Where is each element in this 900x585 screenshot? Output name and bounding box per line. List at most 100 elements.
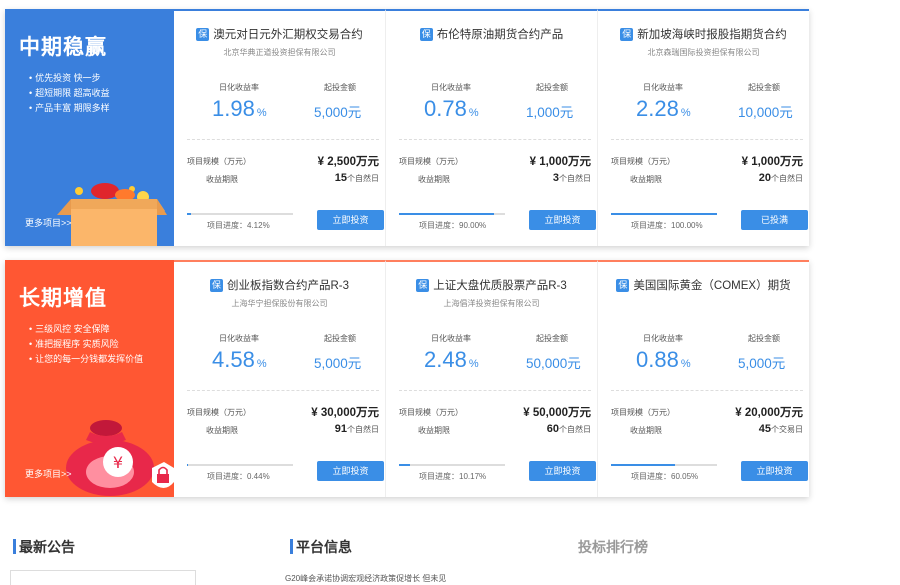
- guarantee-badge-icon: 保: [620, 28, 633, 41]
- more-projects-link[interactable]: 更多项目>>: [25, 467, 72, 480]
- gift-box-illustration: [57, 171, 167, 246]
- product-title[interactable]: 保新加坡海峡时报股指期货合约: [598, 26, 809, 42]
- project-scale: ¥ 50,000万元: [523, 404, 591, 420]
- banner-title: 长期增值: [19, 282, 107, 312]
- progress-fill: [399, 464, 410, 466]
- product-card: 保创业板指数合约产品R-3 上海华宁担保股份有限公司 日化收益率 起投金额 4.…: [174, 260, 386, 497]
- term-number: 15: [335, 172, 347, 184]
- svg-text:¥: ¥: [113, 453, 123, 472]
- daily-rate: 2.48%: [424, 347, 479, 373]
- term-label: 收益期限: [418, 174, 450, 185]
- progress-text: 项目进度：90.00%: [419, 220, 486, 231]
- rate-value: 0.88: [636, 347, 679, 372]
- invest-button[interactable]: 立即投资: [529, 210, 596, 230]
- scale-label: 项目规模（万元）: [187, 156, 251, 167]
- guarantee-badge-icon: 保: [416, 279, 429, 292]
- product-card: 保上证大盘优质股票产品R-3 上海倡洋投资担保有限公司 日化收益率 起投金额 2…: [386, 260, 598, 497]
- long-term-banner: 长期增值 三级风控 安全保障 准把握程序 实质风险 让您的每一分钱都发挥价值 ¥…: [5, 260, 174, 497]
- guarantee-badge-icon: 保: [196, 28, 209, 41]
- term-number: 20: [759, 172, 771, 184]
- banner-point: 产品丰富 期限多样: [29, 101, 110, 116]
- invest-button[interactable]: 立即投资: [741, 461, 808, 481]
- more-projects-link[interactable]: 更多项目>>: [25, 216, 72, 229]
- announcements-label: 最新公告: [19, 539, 75, 555]
- min-invest-label: 起投金额: [324, 82, 356, 93]
- term-number: 60: [547, 423, 559, 435]
- product-card: 保美国国际黄金（COMEX）期货 日化收益率 起投金额 0.88% 5,000元…: [598, 260, 809, 497]
- mid-term-banner: 中期稳赢 优先投资 快一步 超短期限 超高收益 产品丰富 期限多样 更多项目>>: [5, 9, 174, 246]
- term-label: 收益期限: [630, 425, 662, 436]
- product-card: 保澳元对日元外汇期权交易合约 北京华典正道投资担保有限公司 日化收益率 起投金额…: [174, 9, 386, 246]
- invest-button[interactable]: 立即投资: [317, 210, 384, 230]
- scale-label: 项目规模（万元）: [611, 407, 675, 418]
- scale-label: 项目规模（万元）: [399, 407, 463, 418]
- product-title-text: 上证大盘优质股票产品R-3: [433, 280, 567, 292]
- rate-unit: %: [257, 358, 267, 370]
- rate-unit: %: [469, 107, 479, 119]
- min-invest-amount: 5,000元: [314, 101, 361, 121]
- product-title[interactable]: 保澳元对日元外汇期权交易合约: [174, 26, 385, 42]
- rate-unit: %: [681, 358, 691, 370]
- rate-value: 4.58: [212, 347, 255, 372]
- announcements-box: [10, 570, 196, 585]
- min-invest-label: 起投金额: [536, 333, 568, 344]
- heading-accent-bar: [13, 539, 16, 554]
- product-title[interactable]: 保美国国际黄金（COMEX）期货: [598, 277, 809, 293]
- term-unit: 个自然日: [347, 174, 379, 183]
- banner-point: 三级风控 安全保障: [29, 322, 143, 337]
- min-invest-amount: 50,000元: [526, 352, 581, 372]
- fully-invested-button[interactable]: 已投满: [741, 210, 808, 230]
- platform-info-label: 平台信息: [296, 539, 352, 555]
- min-invest-label: 起投金额: [748, 82, 780, 93]
- product-title-text: 布伦特原油期货合约产品: [437, 29, 564, 41]
- product-card: 保新加坡海峡时报股指期货合约 北京森瑞国际投资担保有限公司 日化收益率 起投金额…: [598, 9, 809, 246]
- project-scale: ¥ 2,500万元: [318, 153, 379, 169]
- rate-unit: %: [469, 358, 479, 370]
- product-title[interactable]: 保布伦特原油期货合约产品: [386, 26, 597, 42]
- mid-term-section: 中期稳赢 优先投资 快一步 超短期限 超高收益 产品丰富 期限多样 更多项目>>…: [5, 9, 809, 246]
- product-title[interactable]: 保创业板指数合约产品R-3: [174, 277, 385, 293]
- product-title-text: 澳元对日元外汇期权交易合约: [213, 29, 363, 41]
- rate-unit: %: [257, 107, 267, 119]
- platform-info-heading[interactable]: 平台信息: [290, 537, 352, 557]
- rate-value: 2.28: [636, 96, 679, 121]
- progress-fill: [611, 213, 717, 215]
- progress-bar: [399, 464, 505, 466]
- term-number: 91: [335, 423, 347, 435]
- rate-unit: %: [681, 107, 691, 119]
- invest-button[interactable]: 立即投资: [529, 461, 596, 481]
- rate-value: 2.48: [424, 347, 467, 372]
- product-title[interactable]: 保上证大盘优质股票产品R-3: [386, 277, 597, 293]
- term-unit: 个交易日: [771, 425, 803, 434]
- term-period: 45个交易日: [759, 423, 803, 435]
- news-item[interactable]: G20峰会承诺协调宏观经济政策促增长 但未见: [285, 573, 446, 584]
- progress-bar: [187, 213, 293, 215]
- banner-point: 优先投资 快一步: [29, 71, 110, 86]
- scale-label: 项目规模（万元）: [611, 156, 675, 167]
- guarantor-company: 北京森瑞国际投资担保有限公司: [598, 47, 809, 58]
- product-title-text: 美国国际黄金（COMEX）期货: [633, 280, 790, 292]
- rate-label: 日化收益率: [219, 82, 259, 93]
- progress-text: 项目进度：0.44%: [207, 471, 270, 482]
- announcements-heading[interactable]: 最新公告: [13, 537, 75, 557]
- money-bag-illustration: ¥: [60, 410, 174, 497]
- divider: [399, 390, 591, 391]
- min-invest-label: 起投金额: [748, 333, 780, 344]
- heading-accent-bar: [290, 539, 293, 554]
- divider: [187, 139, 379, 140]
- term-label: 收益期限: [418, 425, 450, 436]
- term-unit: 个自然日: [559, 425, 591, 434]
- banner-title: 中期稳赢: [19, 31, 107, 61]
- project-scale: ¥ 30,000万元: [311, 404, 379, 420]
- scale-label: 项目规模（万元）: [399, 156, 463, 167]
- progress-bar: [611, 213, 717, 215]
- guarantee-badge-icon: 保: [210, 279, 223, 292]
- project-scale: ¥ 20,000万元: [735, 404, 803, 420]
- daily-rate: 4.58%: [212, 347, 267, 373]
- term-period: 20个自然日: [759, 172, 803, 184]
- ranking-heading[interactable]: 投标排行榜: [578, 537, 648, 557]
- divider: [611, 390, 803, 391]
- daily-rate: 0.88%: [636, 347, 691, 373]
- term-number: 45: [759, 423, 771, 435]
- invest-button[interactable]: 立即投资: [317, 461, 384, 481]
